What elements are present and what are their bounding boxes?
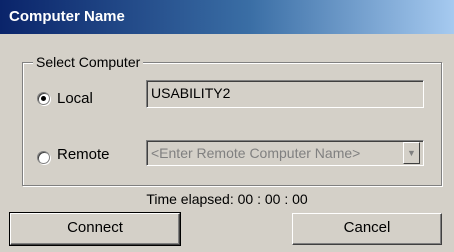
select-computer-legend: Select Computer — [33, 53, 144, 71]
connect-button[interactable]: Connect — [9, 212, 181, 246]
remote-computer-combobox[interactable]: <Enter Remote Computer Name> — [146, 140, 424, 166]
remote-radio[interactable] — [37, 151, 50, 164]
radio-selected-dot — [41, 96, 46, 101]
local-computer-name-field: USABILITY2 — [146, 80, 424, 108]
cancel-button[interactable]: Cancel — [292, 213, 442, 245]
local-radio[interactable] — [37, 92, 50, 105]
dialog-title: Computer Name — [0, 0, 454, 34]
local-radio-label[interactable]: Local — [57, 90, 93, 108]
chevron-down-icon[interactable]: ▼ — [403, 142, 420, 164]
remote-radio-label[interactable]: Remote — [57, 146, 110, 164]
time-elapsed-text: Time elapsed: 00 : 00 : 00 — [146, 191, 308, 207]
computer-name-dialog: Computer Name Select Computer Local USAB… — [0, 0, 454, 252]
